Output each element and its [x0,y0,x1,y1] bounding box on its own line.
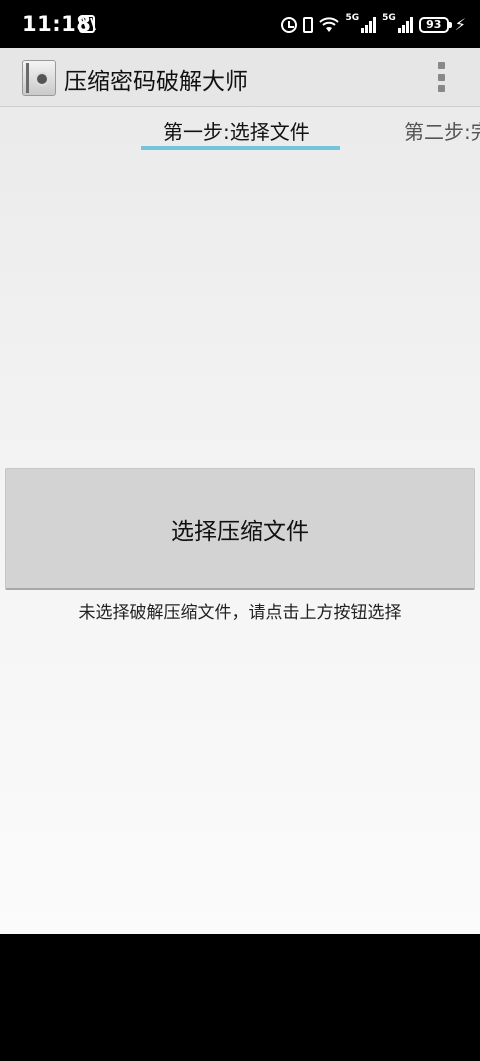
network-type-label: 5G [345,13,360,23]
nfc-icon [79,15,95,33]
charging-icon: ⚡ [454,15,466,34]
network-type-label-2: 5G [382,13,396,23]
status-hint: 未选择破解压缩文件，请点击上方按钮选择 [78,603,402,623]
app-title: 压缩密码破解大师 [64,69,248,95]
tab-indicator [141,146,340,150]
action-bar: 压缩密码破解大师 [0,48,480,107]
overflow-menu-icon[interactable] [438,62,446,92]
battery-icon: 93 [418,17,452,33]
alarm-icon [281,17,298,33]
signal-icon-2 [397,17,413,33]
app-window: 压缩密码破解大师 第一步:选择文件 第二步:完 选择压缩文件 未选择破解压缩文件… [0,48,480,934]
status-icons: 5G 5G 93 ⚡ [281,14,466,36]
lock-icon [35,72,49,86]
signal-icon [361,17,377,33]
tab-strip: 第一步:选择文件 第二步:完 [0,107,480,153]
tab-step-2[interactable]: 第二步:完 [404,116,480,145]
wifi-icon [319,17,340,32]
navigation-bar [0,934,480,1061]
tab-step-1[interactable]: 第一步:选择文件 [163,116,310,145]
vibrate-icon [303,17,314,33]
status-bar: 11:18 5G 5G 93 ⚡ [0,0,480,48]
app-logo-icon[interactable] [22,60,56,96]
select-archive-button[interactable]: 选择压缩文件 [5,468,475,590]
phone-screen: 11:18 5G 5G 93 ⚡ 压缩密码破解大师 第一步:选择文件 第二步: … [0,0,480,1061]
